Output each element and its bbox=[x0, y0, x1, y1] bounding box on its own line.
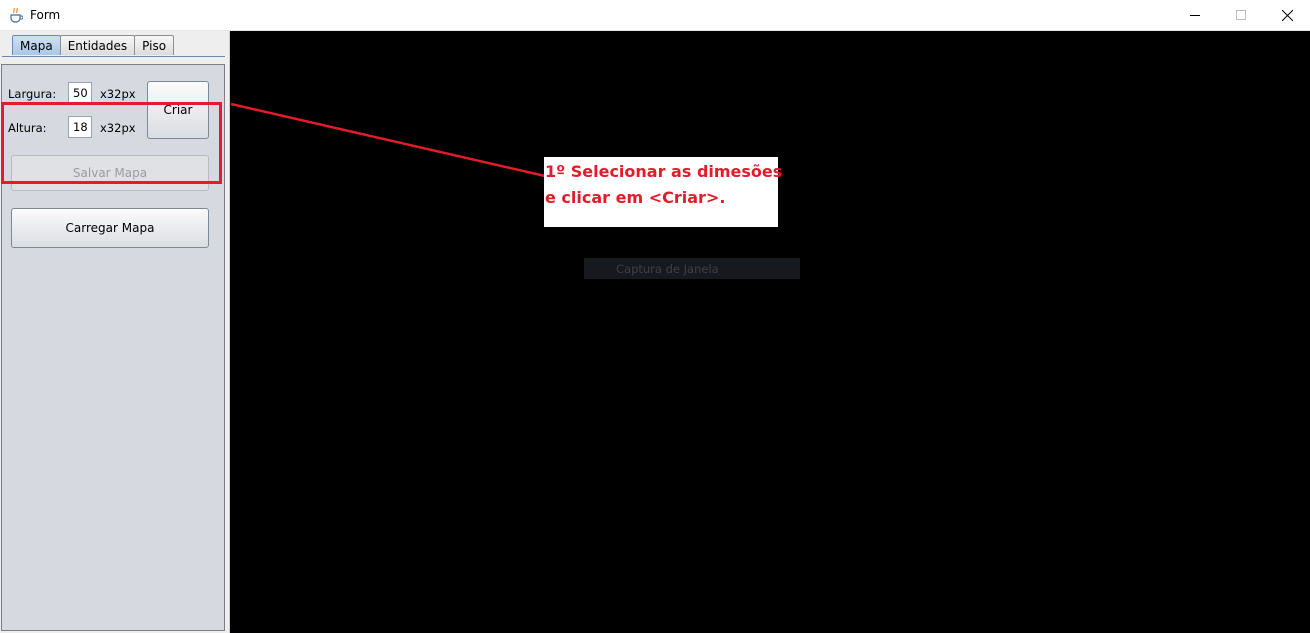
annotation-callout: 1º Selecionar as dimesões e clicar em <C… bbox=[544, 157, 782, 227]
annotation-line-1: 1º Selecionar as dimesões bbox=[545, 162, 783, 181]
window-capture-bar: Captura de Janela bbox=[584, 258, 800, 279]
application-window: Form Mapa Entidades Piso Largura: 50 x32… bbox=[0, 0, 1310, 633]
annotation-line-2: e clicar em <Criar>. bbox=[545, 188, 726, 207]
annotation-pointer-line bbox=[230, 102, 546, 178]
